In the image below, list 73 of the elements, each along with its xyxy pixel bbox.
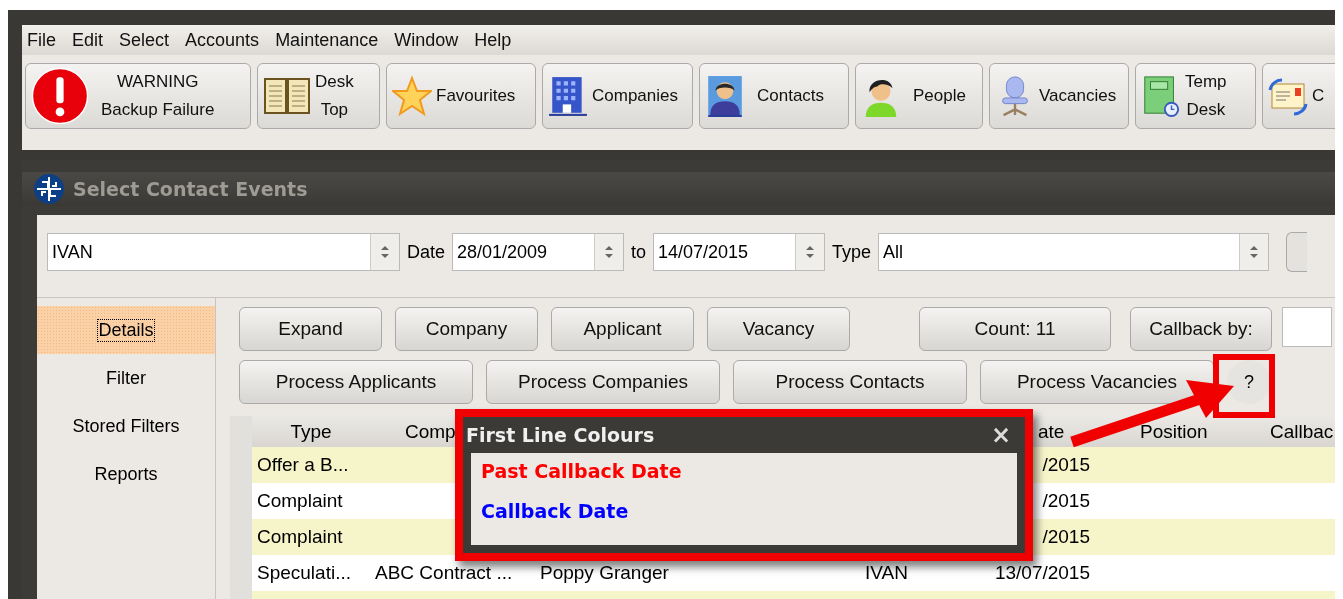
column-header[interactable]: Type bbox=[290, 420, 332, 442]
toolbar-button[interactable]: People bbox=[855, 63, 983, 129]
column-header[interactable]: Comp bbox=[405, 420, 456, 442]
toolbar-button[interactable]: Desk Top bbox=[257, 63, 380, 129]
table-cell: /2015 bbox=[1042, 454, 1090, 475]
book-icon bbox=[263, 75, 311, 117]
table-cell: Offer a B... bbox=[257, 454, 349, 475]
notebook-icon bbox=[1141, 75, 1181, 117]
field-label: to bbox=[631, 241, 647, 263]
table-cell: ABC Contract ... bbox=[375, 562, 513, 583]
dropdown-field[interactable]: IVAN bbox=[47, 233, 400, 271]
star-icon bbox=[392, 75, 432, 117]
toolbar-button[interactable]: WARNING Backup Failure bbox=[25, 63, 251, 129]
toolbar-button[interactable]: C bbox=[1262, 63, 1335, 129]
table-cell: IVAN bbox=[865, 562, 908, 583]
table-cell: /2015 bbox=[1042, 526, 1090, 547]
dropdown-field[interactable]: All bbox=[878, 233, 1270, 271]
spinner-icon[interactable] bbox=[604, 245, 615, 259]
dropdown-field[interactable]: 14/07/2015 bbox=[653, 233, 826, 271]
button[interactable]: Expand bbox=[239, 307, 382, 351]
count-button[interactable]: Count: 11 bbox=[919, 307, 1111, 351]
callback-button[interactable]: Callback by: bbox=[1130, 307, 1272, 351]
column-header[interactable]: ate bbox=[1038, 420, 1065, 442]
menu-item[interactable]: Select bbox=[119, 29, 170, 51]
column-header[interactable]: Position bbox=[1140, 420, 1208, 442]
globe-icon bbox=[33, 173, 65, 205]
legend-label: Past Callback Date bbox=[481, 459, 683, 484]
side-tab[interactable]: Stored Filters bbox=[37, 402, 215, 450]
button[interactable]: Process Contacts bbox=[733, 360, 967, 404]
spinner-icon[interactable] bbox=[1249, 245, 1260, 259]
table-cell: Poppy Granger bbox=[540, 562, 669, 583]
spinner-icon[interactable] bbox=[805, 245, 816, 259]
row-header-cell bbox=[230, 416, 252, 447]
menu-item[interactable]: Maintenance bbox=[275, 29, 379, 51]
table-cell: Complaint bbox=[257, 490, 343, 511]
menu-item[interactable]: Window bbox=[394, 29, 459, 51]
toolbar-button[interactable]: Favourites bbox=[386, 63, 536, 129]
table-cell: Complaint bbox=[257, 526, 343, 547]
column-header[interactable]: Callbac bbox=[1270, 420, 1334, 442]
highlight-frame bbox=[1213, 354, 1275, 418]
building-icon bbox=[548, 75, 588, 117]
side-tab[interactable]: Filter bbox=[37, 354, 215, 402]
toolbar-button[interactable]: Contacts bbox=[699, 63, 849, 129]
toolbar-button[interactable]: Temp Desk bbox=[1135, 63, 1256, 129]
warning-icon bbox=[31, 67, 89, 125]
menu-item[interactable]: File bbox=[27, 29, 56, 51]
close-button[interactable]: × bbox=[986, 421, 1015, 449]
person-icon bbox=[705, 75, 745, 117]
field-label: Date bbox=[407, 241, 446, 263]
field-label: Type bbox=[832, 241, 872, 263]
help-button[interactable]: ? bbox=[1227, 360, 1271, 404]
button[interactable]: Process Vacancies bbox=[980, 360, 1214, 404]
side-tab[interactable]: Details bbox=[37, 306, 215, 354]
button[interactable]: Company bbox=[395, 307, 538, 351]
table-cell: Speculati... bbox=[257, 562, 351, 583]
table-cell: 13/07/2015 bbox=[994, 562, 1090, 583]
legend-label: Callback Date bbox=[481, 499, 630, 524]
spinner-icon[interactable] bbox=[380, 245, 390, 259]
side-tab[interactable]: Reports bbox=[37, 450, 215, 498]
menu-item[interactable]: Edit bbox=[72, 29, 104, 51]
popup-title: First Line Colours bbox=[466, 424, 655, 446]
button[interactable]: Process Companies bbox=[486, 360, 720, 404]
toolbar-button[interactable]: Vacancies bbox=[989, 63, 1129, 129]
button[interactable]: Process Applicants bbox=[239, 360, 473, 404]
button[interactable]: Vacancy bbox=[707, 307, 850, 351]
toolbar-button[interactable]: Companies bbox=[542, 63, 693, 129]
menu-item[interactable]: Accounts bbox=[185, 29, 260, 51]
button[interactable]: Applicant bbox=[551, 307, 694, 351]
dropdown-field[interactable]: 28/01/2009 bbox=[452, 233, 625, 271]
table-cell: /2015 bbox=[1042, 490, 1090, 511]
window-title: Select Contact Events bbox=[73, 178, 308, 200]
menu-item[interactable]: Help bbox=[474, 29, 512, 51]
callback-field[interactable] bbox=[1282, 307, 1332, 347]
